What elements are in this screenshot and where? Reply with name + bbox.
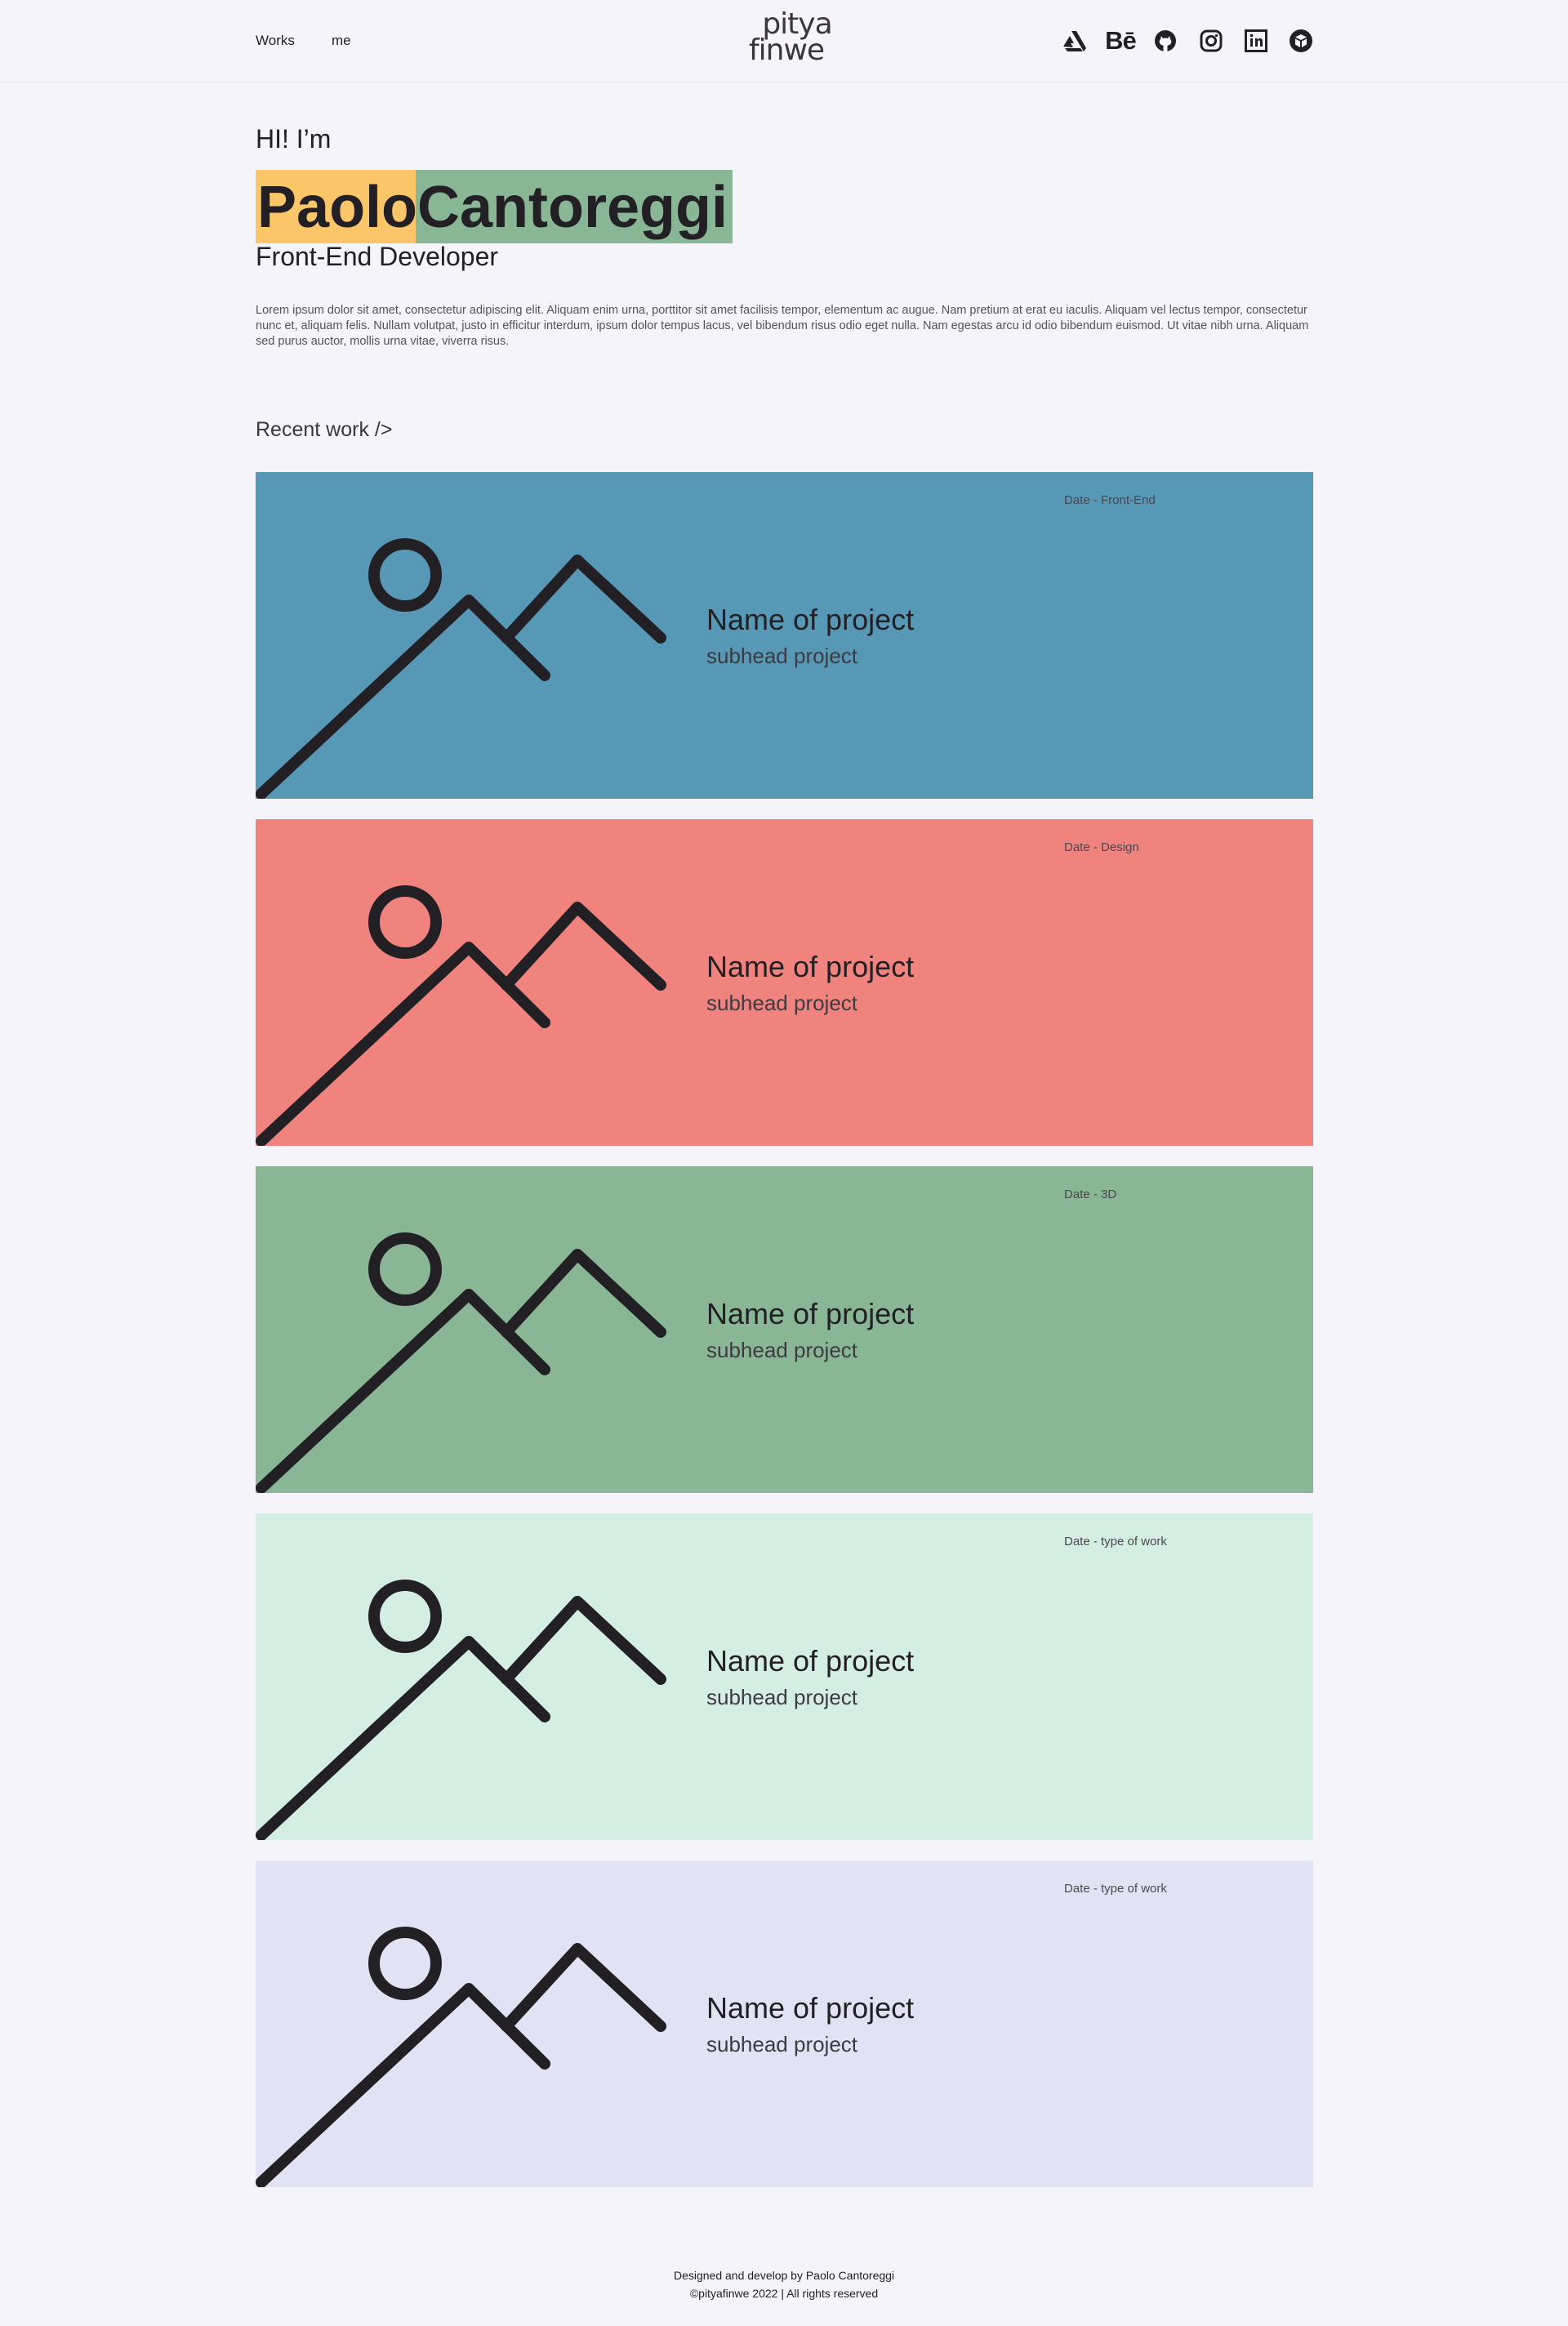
linkedin-icon bbox=[1245, 29, 1267, 52]
last-name-highlight: Cantoreggi bbox=[416, 170, 733, 243]
github-link[interactable] bbox=[1151, 26, 1180, 56]
project-title: Name of project bbox=[706, 603, 915, 636]
recent-work-title: Recent work /> bbox=[256, 418, 393, 441]
project-title: Name of project bbox=[706, 950, 915, 983]
nav-me-link[interactable]: me bbox=[332, 33, 351, 49]
project-meta: Date - 3D bbox=[1064, 1188, 1117, 1201]
logo-line-2: finwe bbox=[748, 33, 825, 67]
project-card[interactable]: Date - type of work Name of project subhea… bbox=[256, 1513, 1313, 1840]
site-header: Works me pitya finwe Bē bbox=[0, 0, 1568, 82]
site-logo[interactable]: pitya finwe bbox=[745, 10, 835, 67]
project-card[interactable]: Date - type of work Name of project subhea… bbox=[256, 1860, 1313, 2187]
project-subtitle: subhead project bbox=[706, 644, 858, 668]
nav-works-link[interactable]: Works bbox=[256, 33, 295, 49]
behance-icon: Bē bbox=[1105, 26, 1137, 55]
first-name-highlight: Paolo bbox=[256, 170, 423, 243]
artstation-icon bbox=[1063, 31, 1086, 51]
instagram-link[interactable] bbox=[1196, 26, 1226, 56]
project-meta: Date - type of work bbox=[1064, 1882, 1167, 1896]
linkedin-link[interactable] bbox=[1241, 26, 1271, 56]
project-card[interactable]: Date - Design Name of project subhead proj… bbox=[256, 819, 1313, 1146]
project-subtitle: subhead project bbox=[706, 1338, 858, 1362]
artstation-link[interactable] bbox=[1060, 26, 1089, 56]
sketchfab-icon bbox=[1290, 29, 1312, 52]
project-title: Name of project bbox=[706, 1991, 915, 2025]
project-subtitle: subhead project bbox=[706, 2032, 858, 2056]
hero-role: Front-End Developer bbox=[256, 242, 499, 271]
footer-credit: Designed and develop by Paolo Cantoreggi bbox=[673, 2269, 895, 2282]
behance-link[interactable]: Bē bbox=[1102, 26, 1138, 56]
project-subtitle: subhead project bbox=[706, 991, 858, 1015]
project-subtitle: subhead project bbox=[706, 1685, 858, 1709]
project-meta: Date - Front-End bbox=[1064, 493, 1156, 507]
project-title: Name of project bbox=[706, 1644, 915, 1678]
project-meta: Date - Design bbox=[1064, 840, 1139, 854]
footer-copyright: ©pityafinwe 2022 | All rights reserved bbox=[689, 2287, 879, 2300]
project-card[interactable]: Date - Front-End Name of project subhead p… bbox=[256, 472, 1313, 799]
github-icon bbox=[1155, 30, 1176, 52]
hero-intro-text: Lorem ipsum dolor sit amet, consectetur … bbox=[256, 304, 1309, 348]
project-title: Name of project bbox=[706, 1297, 915, 1330]
instagram-icon bbox=[1200, 29, 1223, 52]
sketchfab-link[interactable] bbox=[1286, 26, 1316, 56]
hero-greeting: HI! I’m bbox=[256, 124, 332, 154]
project-card[interactable]: Date - 3D Name of project subhead project bbox=[256, 1166, 1313, 1493]
project-meta: Date - type of work bbox=[1064, 1535, 1167, 1548]
